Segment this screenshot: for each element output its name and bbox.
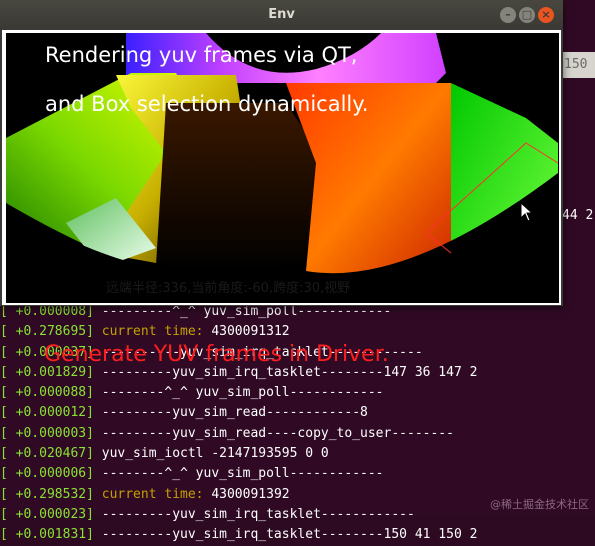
line-timestamp: +0.000003] xyxy=(7,425,94,441)
title-bar[interactable]: Env – □ × xyxy=(0,0,563,30)
line-highlight: current time: xyxy=(101,486,204,502)
line-timestamp: +0.001829] xyxy=(7,364,94,380)
maximize-button[interactable]: □ xyxy=(519,7,535,23)
line-message: --------^_^ yuv_sim_poll------------ xyxy=(101,385,384,401)
line-message: ---------yuv_sim_irq_tasklet------------ xyxy=(101,506,415,522)
terminal-line: [ +0.278695] current time: 4300091312 xyxy=(0,322,595,342)
video-frame-border: Rendering yuv frames via QT, and Box sel… xyxy=(2,30,561,305)
line-timestamp: +0.020467] xyxy=(7,446,94,462)
line-bracket: [ xyxy=(0,466,8,482)
line-timestamp: +0.000008] xyxy=(7,304,94,319)
line-bracket: [ xyxy=(0,506,8,522)
line-bracket: [ xyxy=(0,304,8,319)
sector-image xyxy=(6,33,559,303)
minimize-button[interactable]: – xyxy=(500,7,516,23)
terminal-tab[interactable]: 150 xyxy=(560,52,595,78)
terminal-line-fragment: 44 2 xyxy=(562,208,594,223)
terminal-line: [ +0.001831] ---------yuv_sim_irq_taskle… xyxy=(0,525,595,545)
line-timestamp: +0.000006] xyxy=(7,466,94,482)
canvas-status-text: 远端半径:336,当前角度:-60,跨度:30,视野 xyxy=(106,281,351,296)
line-timestamp: +0.000023] xyxy=(7,506,94,522)
driver-annotation: Generate YUV frames in Driver. xyxy=(44,342,389,367)
terminal-line: [ +0.000003] ---------yuv_sim_read----co… xyxy=(0,424,595,444)
mouse-cursor-icon xyxy=(520,202,534,222)
terminal-line: [ +0.020467] yuv_sim_ioctl -2147193595 0… xyxy=(0,444,595,464)
line-message: ---------yuv_sim_read------------8 xyxy=(101,405,368,421)
line-bracket: [ xyxy=(0,364,8,380)
terminal-line: [ +0.000006] --------^_^ yuv_sim_poll---… xyxy=(0,464,595,484)
line-timestamp: +0.000012] xyxy=(7,405,94,421)
terminal-line: [ +0.000088] --------^_^ yuv_sim_poll---… xyxy=(0,383,595,403)
line-bracket: [ xyxy=(0,486,8,502)
line-bracket: [ xyxy=(0,385,8,401)
line-bracket: [ xyxy=(0,425,8,441)
overlay-title-line2: and Box selection dynamically. xyxy=(45,92,369,116)
line-timestamp: +0.001831] xyxy=(7,527,94,543)
line-message: 4300091312 xyxy=(203,324,290,340)
line-timestamp: +0.278695] xyxy=(7,324,94,340)
line-message: ---------yuv_sim_irq_tasklet--------147 … xyxy=(101,364,478,380)
line-bracket: [ xyxy=(0,405,8,421)
window-title: Env xyxy=(268,7,295,22)
line-timestamp: +0.000088] xyxy=(7,385,94,401)
close-button[interactable]: × xyxy=(538,7,554,23)
line-bracket: [ xyxy=(0,446,8,462)
env-window: Env – □ × Rendering yuv frames via QT, a… xyxy=(0,0,563,306)
line-timestamp: +0.298532] xyxy=(7,486,94,502)
terminal-line: [ +0.000012] ---------yuv_sim_read------… xyxy=(0,403,595,423)
overlay-title-line1: Rendering yuv frames via QT, xyxy=(45,43,358,67)
line-message: 4300091392 xyxy=(203,486,290,502)
line-message: ---------^_^ yuv_sim_poll------------ xyxy=(101,304,392,319)
line-message: ---------yuv_sim_irq_tasklet--------150 … xyxy=(101,527,478,543)
watermark: @稀土掘金技术社区 xyxy=(490,498,589,511)
line-message: yuv_sim_ioctl -2147193595 0 0 xyxy=(101,446,329,462)
yuv-render-canvas[interactable]: Rendering yuv frames via QT, and Box sel… xyxy=(6,33,559,303)
line-message: --------^_^ yuv_sim_poll------------ xyxy=(101,466,384,482)
line-highlight: current time: xyxy=(101,324,204,340)
line-bracket: [ xyxy=(0,527,8,543)
line-bracket: [ xyxy=(0,344,8,360)
line-bracket: [ xyxy=(0,324,8,340)
line-message: ---------yuv_sim_read----copy_to_user---… xyxy=(101,425,454,441)
